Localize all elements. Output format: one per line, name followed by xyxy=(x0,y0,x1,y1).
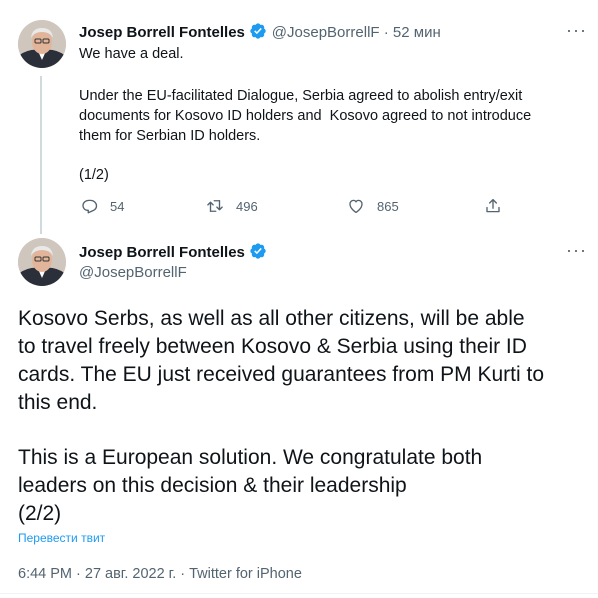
reply-button[interactable]: 54 xyxy=(80,197,124,215)
reply-icon xyxy=(82,199,98,214)
translate-tweet-link[interactable]: Перевести твит xyxy=(18,531,105,545)
separator-dot: · xyxy=(379,24,393,41)
retweet-button[interactable]: 496 xyxy=(206,197,258,215)
avatar[interactable] xyxy=(18,238,66,286)
tweet-timestamp[interactable]: 6:44 PM · 27 авг. 2022 г. · Twitter for … xyxy=(18,566,302,582)
retweet-count: 496 xyxy=(236,198,258,214)
retweet-icon xyxy=(207,200,223,212)
author-name[interactable]: Josep Borrell Fontelles xyxy=(79,244,245,261)
time-ago[interactable]: 52 мин xyxy=(393,24,441,41)
share-icon xyxy=(486,198,500,213)
divider xyxy=(0,593,598,594)
share-button[interactable] xyxy=(484,197,514,215)
author-handle[interactable]: @JosepBorrellF xyxy=(79,264,187,281)
author-handle[interactable]: @JosepBorrellF xyxy=(272,24,380,41)
like-button[interactable]: 865 xyxy=(347,197,399,215)
avatar-photo xyxy=(18,20,66,68)
tweet1-line1: We have a deal. xyxy=(79,46,184,62)
like-icon xyxy=(349,199,363,214)
more-icon[interactable]: ··· xyxy=(566,240,587,261)
author-name[interactable]: Josep Borrell Fontelles xyxy=(79,24,245,41)
thread-connector-line xyxy=(40,76,42,234)
reply-count: 54 xyxy=(110,198,125,214)
verified-badge-icon xyxy=(250,243,267,259)
more-icon[interactable]: ··· xyxy=(566,20,587,41)
avatar-photo xyxy=(18,238,66,286)
tweet1-header: Josep Borrell Fontelles @JosepBorrellF ·… xyxy=(79,22,441,42)
verified-badge-icon xyxy=(250,23,267,39)
avatar[interactable] xyxy=(18,20,66,68)
tweet1-counter: (1/2) xyxy=(79,167,109,183)
tweet1-body: Under the EU-facilitated Dialogue, Serbi… xyxy=(79,88,532,144)
tweet2-header: Josep Borrell Fontelles xyxy=(79,242,267,262)
tweet2-paragraph2: This is a European solution. We congratu… xyxy=(18,446,483,525)
tweet2-paragraph1: Kosovo Serbs, as well as all other citiz… xyxy=(18,307,545,414)
like-count: 865 xyxy=(377,198,399,214)
